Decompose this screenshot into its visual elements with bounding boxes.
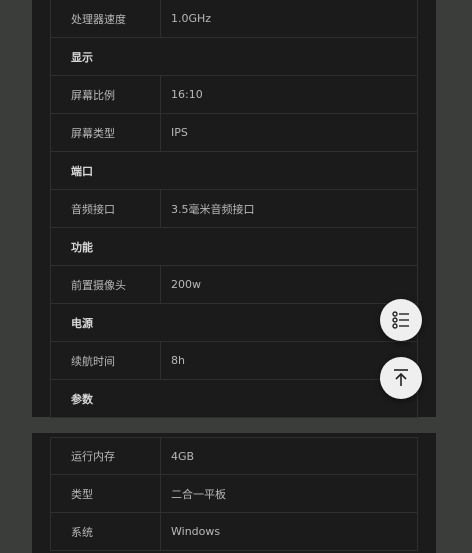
back-to-top-button[interactable] xyxy=(380,357,422,399)
spec-value: 4GB xyxy=(171,449,195,463)
list-filter-icon xyxy=(392,311,409,329)
spec-label: 类型 xyxy=(51,475,161,512)
spec-value: Windows xyxy=(171,525,221,538)
spec-row: 处理器速度 1.0GHz xyxy=(50,0,418,38)
spec-label: 屏幕类型 xyxy=(51,114,161,151)
spec-table-secondary: 运行内存 4GB 类型 二合一平板 系统 Windows xyxy=(50,437,418,551)
spec-row: 屏幕类型 IPS xyxy=(50,114,418,152)
spec-row: 屏幕比例 16:10 xyxy=(50,76,418,114)
section-header: 电源 xyxy=(50,304,418,342)
spec-value: 二合一平板 xyxy=(171,487,226,501)
spec-label: 处理器速度 xyxy=(51,0,161,37)
filter-list-button[interactable] xyxy=(380,299,422,341)
spec-label: 运行内存 xyxy=(51,438,161,474)
spec-card-secondary: 运行内存 4GB 类型 二合一平板 系统 Windows xyxy=(32,433,436,553)
spec-row: 运行内存 4GB xyxy=(50,437,418,475)
section-header: 参数 xyxy=(50,380,418,418)
section-header: 显示 xyxy=(50,38,418,76)
spec-value: 1.0GHz xyxy=(171,12,212,25)
spec-row: 续航时间 8h xyxy=(50,342,418,380)
spec-label: 屏幕比例 xyxy=(51,76,161,113)
spec-label: 续航时间 xyxy=(51,342,161,379)
spec-label: 音频接口 xyxy=(51,190,161,227)
spec-table: 处理器速度 1.0GHz 显示 屏幕比例 16:10 屏幕类型 IPS 端口 音频接口 3.5毫米… xyxy=(50,0,418,418)
spec-label: 系统 xyxy=(51,513,161,550)
spec-row: 系统 Windows xyxy=(50,513,418,551)
spec-row: 音频接口 3.5毫米音频接口 xyxy=(50,190,418,228)
back-to-top-icon xyxy=(394,369,408,386)
spec-value: 8h xyxy=(171,354,185,367)
spec-card-main: 处理器速度 1.0GHz 显示 屏幕比例 16:10 屏幕类型 IPS 端口 音频接口 3.5毫米… xyxy=(32,0,436,418)
spec-value: 200w xyxy=(171,278,201,291)
section-header: 功能 xyxy=(50,228,418,266)
spec-row: 前置摄像头 200w xyxy=(50,266,418,304)
spec-label: 前置摄像头 xyxy=(51,266,161,303)
spec-row: 类型 二合一平板 xyxy=(50,475,418,513)
spec-value: 16:10 xyxy=(171,88,203,101)
section-header: 端口 xyxy=(50,152,418,190)
spec-value: IPS xyxy=(171,126,188,139)
spec-value: 3.5毫米音频接口 xyxy=(171,202,255,216)
